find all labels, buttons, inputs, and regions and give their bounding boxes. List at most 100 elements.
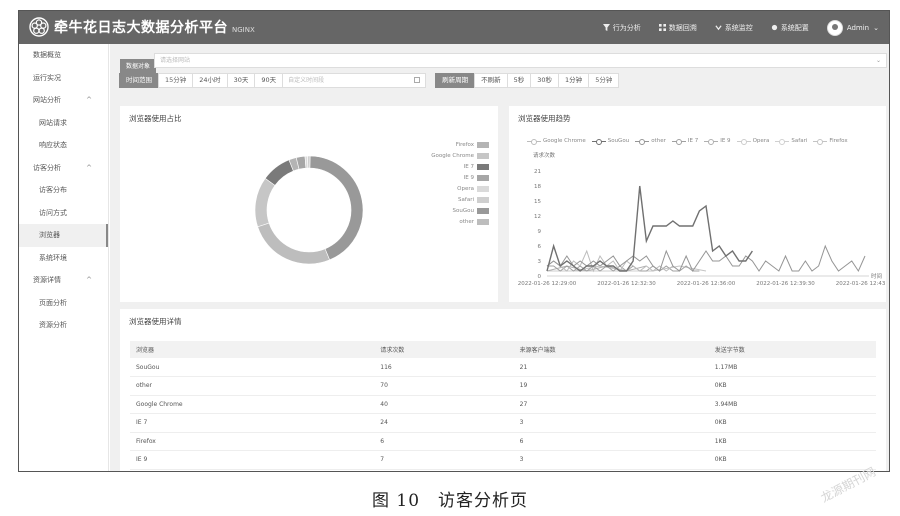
cell-clients: 3 [513, 413, 709, 433]
cell-bytes: 1KB [708, 432, 876, 451]
dot-icon [771, 24, 777, 31]
legend-item-safari[interactable]: Safari [431, 194, 489, 205]
avatar [826, 19, 843, 36]
browser-detail-table: 浏览器 请求次数 来源客户端数 发送字节数 SouGou 116 21 1.17… [130, 341, 876, 470]
time-option-30d[interactable]: 30天 [226, 73, 256, 88]
cell-requests: 116 [374, 358, 514, 377]
chevron-down-icon: ⌄ [875, 57, 881, 64]
legend-item-sougou[interactable]: SouGou [431, 205, 489, 216]
time-range-label: 时间范围 [119, 73, 159, 88]
sidebar-item-runtime[interactable]: 运行实况 [19, 67, 108, 90]
pie-legend: Firefox Google Chrome IE 7 IE 9 Opera Safari S… [431, 139, 489, 227]
cell-bytes: 0KB [708, 450, 876, 470]
refresh-label: 刷新周期 [435, 73, 476, 88]
legend-swatch [477, 174, 489, 181]
table-row[interactable]: IE 7 24 3 0KB [130, 413, 876, 433]
legend-item-firefox[interactable]: Firefox [431, 139, 489, 150]
sidebar-item-resource-analysis[interactable]: 资源分析 [19, 314, 108, 337]
chevron-up-icon: ^ [86, 163, 92, 172]
time-filter-row: 时间范围 15分钟 24小时 30天 90天 自定义时间段 刷新周期 不刷新 5… [119, 73, 620, 88]
col-requests[interactable]: 请求次数 [374, 341, 514, 358]
x-tick-label: 2022-01-26 12:36:00 [677, 281, 736, 287]
col-bytes[interactable]: 发送字节数 [708, 341, 876, 358]
time-option-24h[interactable]: 24小时 [192, 73, 228, 88]
browser-trend-card: 浏览器使用趋势 Google Chrome SouGou other IE 7 IE 9… [509, 106, 886, 302]
legend-item-other[interactable]: other [431, 216, 489, 227]
pie-slice-google-chrome[interactable] [254, 177, 276, 228]
x-axis-label: 时间 [871, 272, 882, 280]
legend-swatch [477, 152, 489, 159]
nav-behavior-analysis[interactable]: 行为分析 [602, 23, 641, 33]
table-row[interactable]: SouGou 116 21 1.17MB [130, 358, 876, 377]
sidebar-group-resource-details[interactable]: 资源详情 ^ [19, 269, 108, 292]
cell-clients: 6 [513, 432, 709, 451]
y-tick-label: 15 [534, 199, 541, 205]
legend-swatch [477, 218, 489, 225]
logo[interactable]: 牵牛花日志大数据分析平台 NGINX [29, 17, 255, 37]
cell-browser: IE 7 [130, 413, 375, 433]
legend-label: SouGou [452, 207, 474, 214]
sidebar-item-page-analysis[interactable]: 页面分析 [19, 292, 108, 315]
cell-clients: 21 [513, 358, 709, 377]
site-select[interactable]: 请选择网站 ⌄ [154, 53, 887, 68]
legend-swatch [477, 185, 489, 192]
cell-bytes: 3.94MB [708, 395, 876, 414]
col-browser[interactable]: 浏览器 [130, 341, 375, 358]
time-option-15min[interactable]: 15分钟 [158, 73, 194, 88]
table-row[interactable]: IE 9 7 3 0KB [130, 450, 876, 470]
nav-system-monitor[interactable]: 系统监控 [715, 23, 753, 33]
pie-slice-sougou[interactable] [309, 155, 364, 261]
app-title: 牵牛花日志大数据分析平台 [54, 20, 228, 36]
legend-label: IE 7 [463, 163, 474, 170]
top-nav: 行为分析 数据回溯 系统监控 系统配置 Admin ⌄ [585, 11, 879, 44]
pie-slice-safari[interactable] [307, 155, 311, 169]
legend-item-ie-9[interactable]: IE 9 [431, 172, 489, 183]
sidebar-item-visitor-distribution[interactable]: 访客分布 [19, 179, 108, 202]
table-header-row: 浏览器 请求次数 来源客户端数 发送字节数 [130, 341, 876, 358]
legend-label: Firefox [455, 141, 474, 148]
sidebar-item-response-status[interactable]: 响应状态 [19, 134, 108, 157]
refresh-option-none[interactable]: 不刷新 [474, 73, 508, 88]
refresh-option-5min[interactable]: 5分钟 [588, 73, 620, 88]
cell-requests: 7 [374, 450, 514, 470]
sidebar-group-visitor-analysis[interactable]: 访客分析 ^ [19, 157, 108, 180]
cell-bytes: 0KB [708, 376, 876, 396]
site-label: 数据对象 [120, 59, 157, 74]
cell-requests: 24 [374, 413, 514, 433]
custom-date-input[interactable]: 自定义时间段 [282, 73, 427, 88]
sidebar-item-access-method[interactable]: 访问方式 [19, 202, 108, 225]
table-row[interactable]: Firefox 6 6 1KB [130, 432, 876, 451]
sidebar-group-site-analysis[interactable]: 网站分析 ^ [19, 89, 108, 112]
sidebar-item-system-env[interactable]: 系统环境 [19, 247, 108, 270]
refresh-option-5s[interactable]: 5秒 [506, 73, 532, 88]
table-row[interactable]: other 70 19 0KB [130, 376, 876, 396]
y-tick-label: 9 [538, 229, 542, 235]
cell-requests: 40 [374, 395, 514, 414]
legend-item-google-chrome[interactable]: Google Chrome [431, 150, 489, 161]
sidebar-item-overview[interactable]: 数据概览 [19, 44, 108, 67]
sidebar-item-browser[interactable]: 浏览器 [19, 224, 108, 247]
user-menu[interactable]: Admin ⌄ [826, 19, 879, 36]
pie-slice-ie-7[interactable] [264, 159, 294, 186]
y-tick-label: 0 [538, 274, 542, 280]
time-option-90d[interactable]: 90天 [254, 73, 284, 88]
legend-label: Safari [458, 196, 474, 203]
table-row[interactable]: Google Chrome 40 27 3.94MB [130, 395, 876, 414]
series-line-sougou[interactable] [546, 185, 753, 272]
sidebar-item-site-requests[interactable]: 网站请求 [19, 112, 108, 135]
legend-label: Opera [457, 185, 474, 192]
chevron-icon [715, 25, 722, 31]
refresh-option-1min[interactable]: 1分钟 [558, 73, 590, 88]
legend-item-ie-7[interactable]: IE 7 [431, 161, 489, 172]
nav-system-config[interactable]: 系统配置 [771, 23, 809, 33]
cell-bytes: 1.17MB [708, 358, 876, 377]
nav-data-backtrack[interactable]: 数据回溯 [658, 23, 697, 33]
pie-slice-other[interactable] [257, 222, 331, 265]
refresh-option-30s[interactable]: 30秒 [530, 73, 560, 88]
figure-caption: 图 10 访客分析页 [371, 491, 529, 511]
legend-item-opera[interactable]: Opera [431, 183, 489, 194]
col-clients[interactable]: 来源客户端数 [513, 341, 709, 358]
sidebar: 数据概览 运行实况 网站分析 ^ 网站请求 响应状态 访客分析 ^ 访客分布 访问方… [19, 44, 109, 471]
top-bar: 牵牛花日志大数据分析平台 NGINX 行为分析 数据回溯 系统监控 系统配置 A… [19, 11, 889, 44]
chevron-down-icon: ⌄ [873, 23, 879, 32]
